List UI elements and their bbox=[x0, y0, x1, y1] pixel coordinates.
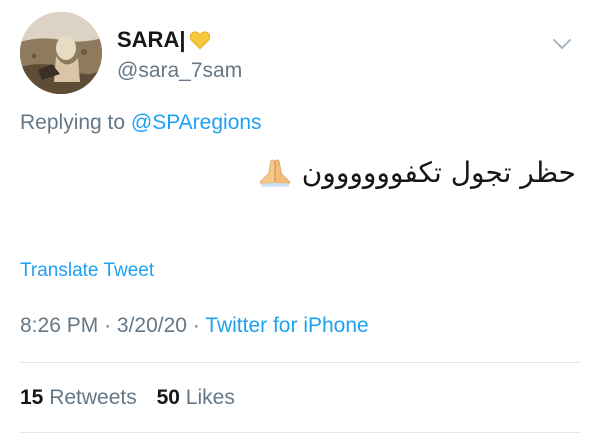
tweet-body: حظر تجول تكفوووووون bbox=[301, 156, 576, 189]
tweet-header: SARA| @sara_7sam bbox=[20, 10, 580, 110]
tweet-time[interactable]: 8:26 PM bbox=[20, 314, 98, 337]
yellow-heart-icon bbox=[189, 29, 211, 51]
tweet-meta: 8:26 PM · 3/20/20 · Twitter for iPhone bbox=[20, 312, 369, 340]
likes-stat[interactable]: 50 Likes bbox=[157, 386, 235, 409]
folded-hands-icon bbox=[258, 158, 292, 188]
tweet-source-link[interactable]: Twitter for iPhone bbox=[205, 314, 368, 337]
replying-to-label: Replying to bbox=[20, 111, 126, 134]
retweets-stat[interactable]: 15 Retweets bbox=[20, 386, 143, 409]
tweet-date[interactable]: 3/20/20 bbox=[117, 314, 187, 337]
meta-separator: · bbox=[104, 314, 112, 337]
user-names: SARA| @sara_7sam bbox=[117, 27, 242, 83]
retweets-label: Retweets bbox=[49, 386, 137, 409]
divider-bottom bbox=[20, 432, 580, 433]
user-handle[interactable]: @sara_7sam bbox=[117, 59, 242, 83]
display-name-text[interactable]: SARA| bbox=[117, 27, 186, 53]
divider bbox=[20, 362, 580, 363]
chevron-down-icon[interactable] bbox=[550, 32, 574, 56]
display-name[interactable]: SARA| bbox=[117, 27, 242, 53]
translate-tweet-link[interactable]: Translate Tweet bbox=[20, 259, 154, 283]
likes-label: Likes bbox=[185, 386, 235, 409]
tweet-stats: 15 Retweets 50 Likes bbox=[20, 384, 249, 412]
replying-to: Replying to @SPAregions bbox=[20, 110, 262, 136]
likes-count: 50 bbox=[156, 386, 180, 409]
avatar[interactable] bbox=[20, 12, 102, 94]
retweets-count: 15 bbox=[20, 386, 44, 409]
reply-mention-link[interactable]: @SPAregions bbox=[131, 111, 262, 134]
tweet-text: حظر تجول تكفوووووون bbox=[258, 155, 576, 191]
meta-separator-2: · bbox=[192, 314, 200, 337]
tweet-detail: SARA| @sara_7sam Replying to @SPAregions… bbox=[0, 0, 600, 447]
